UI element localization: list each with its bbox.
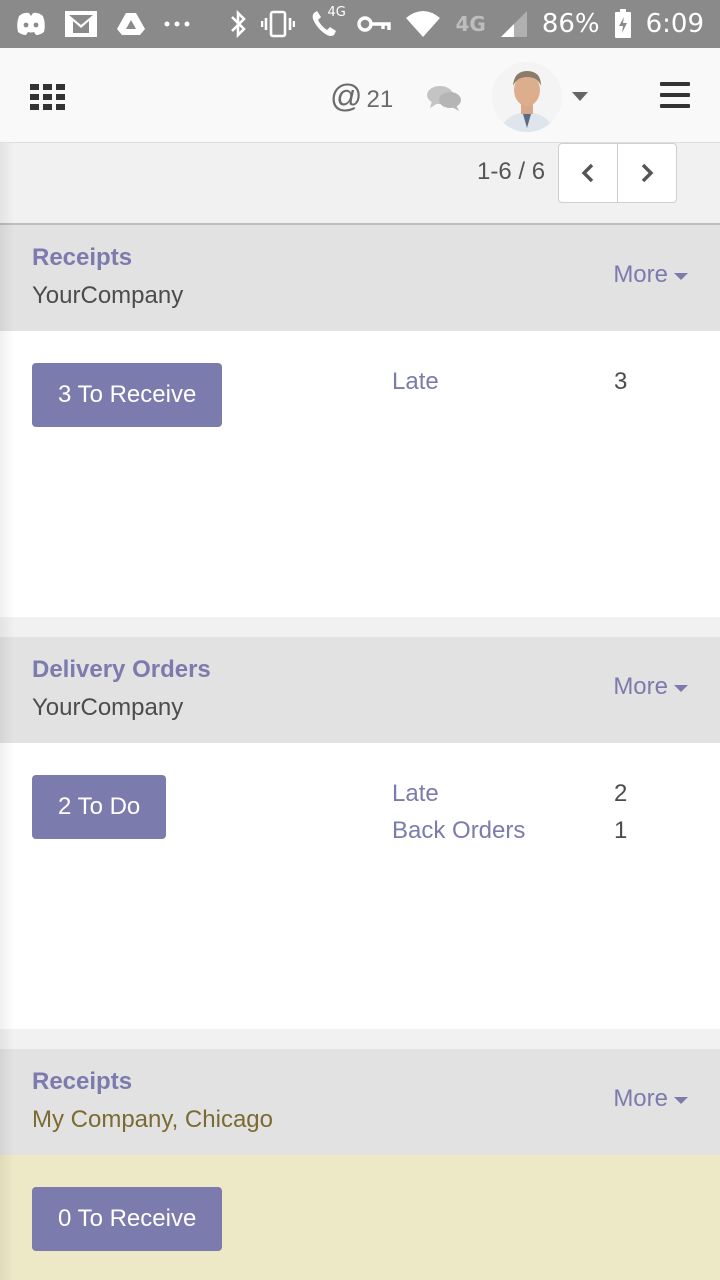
- more-label: More: [613, 1085, 668, 1112]
- card-company: YourCompany: [32, 694, 184, 721]
- caret-down-icon: [674, 1096, 688, 1104]
- late-count: 2: [614, 780, 628, 807]
- chevron-down-icon[interactable]: [572, 92, 588, 101]
- pager-buttons: [558, 143, 677, 203]
- card-company: My Company, Chicago: [32, 1106, 273, 1133]
- at-icon: @: [330, 78, 363, 114]
- more-dots-icon: [164, 20, 190, 28]
- status-bar: 4G 4G 86% 6:09: [0, 0, 720, 48]
- hamburger-menu-icon[interactable]: [660, 82, 690, 108]
- card-title[interactable]: Receipts: [32, 1068, 132, 1096]
- drive-icon: [116, 11, 146, 37]
- card-body: 3 To Receive Late 3: [0, 331, 720, 617]
- pager-value[interactable]: 1-6 / 6: [477, 158, 545, 186]
- chevron-left-icon: [581, 163, 594, 183]
- kanban-card: Delivery Orders YourCompany More 2 To Do…: [0, 637, 720, 1029]
- to-receive-button[interactable]: 3 To Receive: [32, 363, 223, 427]
- chevron-right-icon: [641, 163, 654, 183]
- back-orders-link[interactable]: Back Orders: [392, 817, 525, 845]
- card-header: Receipts My Company, Chicago More: [0, 1049, 720, 1155]
- wifi-icon: [405, 10, 441, 38]
- card-company: YourCompany: [32, 282, 184, 309]
- network-small-label: 4G: [327, 5, 346, 20]
- wifi-call-icon: 4G: [309, 5, 346, 39]
- discord-icon: [16, 11, 46, 37]
- kanban-card: Receipts YourCompany More 3 To Receive L…: [0, 225, 720, 617]
- battery-percent: 86%: [541, 9, 600, 39]
- late-link[interactable]: Late: [392, 780, 439, 808]
- late-link[interactable]: Late: [392, 368, 439, 396]
- card-header: Receipts YourCompany More: [0, 225, 720, 331]
- more-label: More: [613, 261, 668, 288]
- card-title[interactable]: Delivery Orders: [32, 656, 211, 684]
- mentions-counter[interactable]: @ 21: [330, 78, 393, 115]
- kanban-card: Receipts My Company, Chicago More 0 To R…: [0, 1049, 720, 1280]
- card-body: 2 To Do Late 2 Back Orders 1: [0, 743, 720, 1029]
- clock: 6:09: [645, 9, 704, 39]
- bluetooth-icon: [229, 9, 247, 39]
- caret-down-icon: [674, 684, 688, 692]
- to-receive-button[interactable]: 0 To Receive: [32, 1187, 223, 1251]
- apps-grid-icon[interactable]: [30, 84, 66, 110]
- gmail-icon: [64, 10, 98, 38]
- chat-icon[interactable]: [426, 84, 462, 117]
- control-panel: 1-6 / 6: [0, 143, 720, 225]
- caret-down-icon: [674, 272, 688, 280]
- more-dropdown[interactable]: More: [613, 261, 688, 289]
- top-navbar: @ 21: [0, 48, 720, 143]
- late-count: 3: [614, 368, 628, 395]
- avatar[interactable]: [492, 62, 562, 132]
- mentions-count: 21: [366, 86, 394, 113]
- battery-icon: [614, 9, 632, 39]
- to-do-button[interactable]: 2 To Do: [32, 775, 167, 839]
- signal-icon: [500, 10, 528, 38]
- vibrate-icon: [261, 10, 296, 38]
- more-dropdown[interactable]: More: [613, 673, 688, 701]
- vpn-key-icon: [357, 14, 392, 34]
- pager-previous-button[interactable]: [559, 144, 617, 202]
- card-header: Delivery Orders YourCompany More: [0, 637, 720, 743]
- network-type-label: 4G: [455, 12, 486, 36]
- more-dropdown[interactable]: More: [613, 1085, 688, 1113]
- back-orders-count: 1: [614, 817, 628, 844]
- pager-next-button[interactable]: [617, 144, 676, 202]
- more-label: More: [613, 673, 668, 700]
- card-body: 0 To Receive: [0, 1155, 720, 1280]
- card-title[interactable]: Receipts: [32, 244, 132, 272]
